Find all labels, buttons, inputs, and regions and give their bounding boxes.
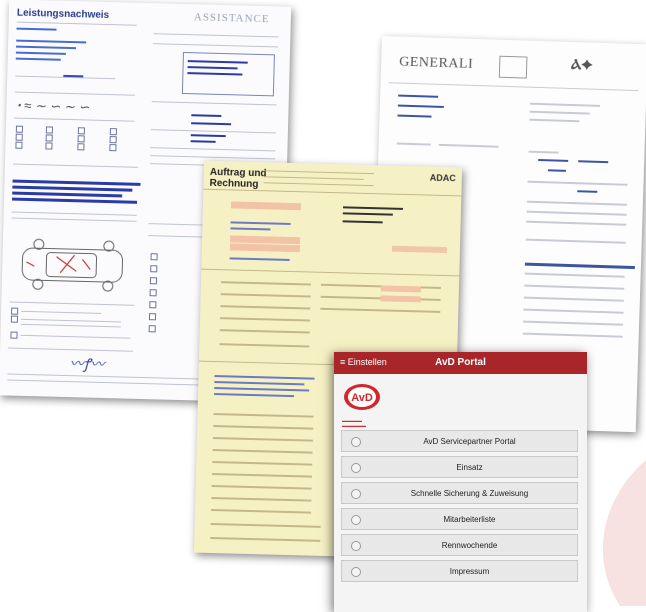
menu-item-label: Impressum (449, 567, 490, 576)
avd-logo: AvD ▬▬▬▬▬ ▬▬▬▬▬▬ (342, 382, 382, 428)
menu-item-label: Mitarbeiterliste (443, 515, 496, 524)
app-header: ≡ Einstellen AvD Portal (334, 352, 587, 374)
car-damage-diagram (16, 234, 134, 297)
menu-item-impressum[interactable]: Impressum (341, 560, 578, 582)
document-title: Leistungsnachweis (16, 7, 110, 22)
radio-icon (351, 515, 361, 525)
menu-item-label: Rennwochende (441, 541, 498, 550)
menu-item-einsatz[interactable]: Einsatz (341, 456, 578, 478)
avd-logo-text: AvD (351, 392, 373, 404)
menu-item-mitarbeiterliste[interactable]: Mitarbeiterliste (341, 508, 578, 530)
menu-item-label: AvD Servicepartner Portal (423, 437, 516, 446)
adac-title: Auftrag und Rechnung (209, 167, 266, 190)
avd-logo-tagline: ▬▬▬▬▬ ▬▬▬▬▬▬ (342, 418, 366, 428)
avd-portal-app: ≡ Einstellen AvD Portal AvD ▬▬▬▬▬ ▬▬▬▬▬▬ … (334, 352, 587, 612)
radio-icon (351, 567, 361, 577)
app-title: AvD Portal (435, 357, 486, 368)
menu-item-rennwochende[interactable]: Rennwochende (341, 534, 578, 556)
decorative-swoosh (560, 440, 646, 606)
menu-item-label: Einsatz (456, 463, 483, 472)
radio-icon (351, 489, 361, 499)
generali-logo: GENERALI (398, 54, 474, 72)
menu-item-servicepartner-portal[interactable]: AvD Servicepartner Portal (341, 430, 578, 452)
radio-icon (351, 541, 361, 551)
signature-icons: ꞏ ≈ ∼ ∽ ∼ ∽ (16, 97, 90, 115)
partner-logo (498, 55, 528, 79)
menu-item-schnelle-sicherung[interactable]: Schnelle Sicherung & Zuweisung (341, 482, 578, 504)
radio-icon (351, 437, 361, 447)
assistance-logo: ASSISTANCE (193, 11, 270, 26)
signature: 〰ꝭ〰 (69, 355, 105, 373)
radio-icon (351, 463, 361, 473)
menu-item-label: Schnelle Sicherung & Zuweisung (410, 489, 529, 498)
adac-logo: ADAC (429, 172, 456, 184)
ace-logo: Ⲁ✦ (570, 55, 593, 73)
